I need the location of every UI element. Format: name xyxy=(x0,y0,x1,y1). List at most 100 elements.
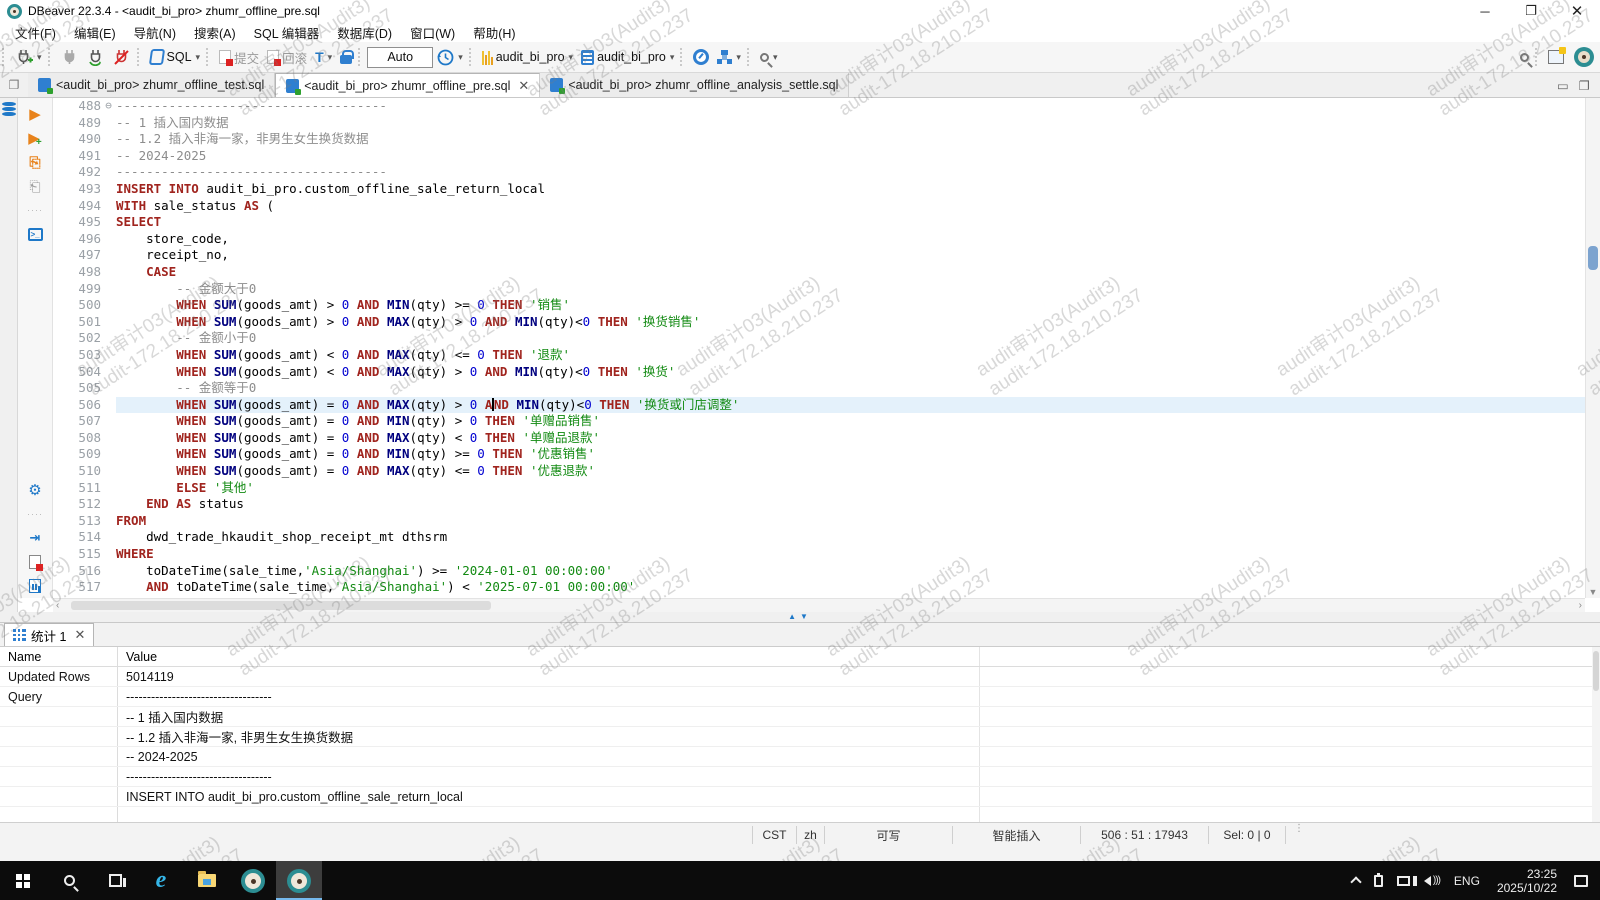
menu-item[interactable]: 帮助(H) xyxy=(464,21,524,44)
panel-scrollbar[interactable] xyxy=(1592,647,1600,822)
code-line[interactable]: 489-- 1 插入国内数据 xyxy=(53,115,1585,132)
code-line[interactable]: 498 CASE xyxy=(53,264,1585,281)
maximize-panel-icon[interactable]: ❐ xyxy=(1579,78,1590,93)
dbeaver-perspective-icon[interactable] xyxy=(1574,47,1594,67)
editor-tab[interactable]: <audit_bi_pro> zhumr_offline_analysis_se… xyxy=(540,73,849,97)
quick-access-search[interactable] xyxy=(1516,45,1533,69)
code-line[interactable]: 512 END AS status xyxy=(53,496,1585,513)
open-console-button[interactable]: >_ xyxy=(18,222,52,246)
lock-button[interactable] xyxy=(336,45,356,69)
code-line[interactable]: 495SELECT xyxy=(53,214,1585,231)
code-line[interactable]: 514 dwd_trade_hkaudit_shop_receipt_mt dt… xyxy=(53,529,1585,546)
volume-tray-button[interactable]: ))) xyxy=(1417,875,1447,886)
action-center-button[interactable] xyxy=(1567,875,1595,887)
code-line[interactable]: 499 -- 金额大于0 xyxy=(53,281,1585,298)
code-line[interactable]: 496 store_code, xyxy=(53,231,1585,248)
code-line[interactable]: 492------------------------------------ xyxy=(53,164,1585,181)
execute-script-button[interactable]: ⎘ xyxy=(18,150,52,174)
usb-tray-button[interactable] xyxy=(1367,875,1390,887)
code-line[interactable]: 502 -- 金额小于0 xyxy=(53,330,1585,347)
tab-statistics[interactable]: 统计 1 ✕ xyxy=(4,623,94,646)
internet-explorer-button[interactable]: e xyxy=(138,861,184,900)
menu-item[interactable]: 导航(N) xyxy=(125,21,185,44)
output-log-button[interactable] xyxy=(18,550,52,574)
panel-sash[interactable]: ▲▼ xyxy=(0,612,1600,622)
code-line[interactable]: 506 WHEN SUM(goods_amt) = 0 AND MAX(qty)… xyxy=(53,397,1585,414)
status-cell[interactable]: 智能插入 xyxy=(952,826,1080,844)
file-explorer-button[interactable] xyxy=(184,861,230,900)
statistics-button[interactable] xyxy=(18,574,52,598)
code-line[interactable]: 515WHERE xyxy=(53,546,1585,563)
open-perspective-button[interactable] xyxy=(1544,45,1568,69)
commit-button[interactable]: 提交 xyxy=(215,45,263,69)
scrollbar-thumb[interactable] xyxy=(1593,651,1599,691)
menu-item[interactable]: 窗口(W) xyxy=(401,21,464,44)
transaction-log-button[interactable]: ▾ xyxy=(433,45,467,69)
close-icon[interactable]: ✕ xyxy=(74,627,85,643)
code-line[interactable]: 500 WHEN SUM(goods_amt) > 0 AND MIN(qty)… xyxy=(53,297,1585,314)
column-header-name[interactable]: Name xyxy=(0,647,118,666)
status-cell[interactable]: Sel: 0 | 0 xyxy=(1208,826,1286,844)
table-row[interactable]: Updated Rows5014119 xyxy=(0,667,1592,687)
editor-horizontal-scrollbar[interactable]: ‹ › xyxy=(53,598,1585,612)
code-line[interactable]: 497 receipt_no, xyxy=(53,247,1585,264)
code-area[interactable]: 488⊖------------------------------------… xyxy=(53,98,1585,598)
start-button[interactable] xyxy=(0,861,46,900)
code-line[interactable]: 516 toDateTime(sale_time,'Asia/Shanghai'… xyxy=(53,563,1585,580)
table-row[interactable]: Query----------------------------------- xyxy=(0,687,1592,707)
dbeaver-taskbar-button-active[interactable] xyxy=(276,861,322,900)
code-line[interactable]: 509 WHEN SUM(goods_amt) = 0 AND MIN(qty)… xyxy=(53,446,1585,463)
rollback-button[interactable]: 回滚 xyxy=(263,45,311,69)
editor-settings-button[interactable]: ⚙ xyxy=(18,478,52,502)
code-line[interactable]: 490-- 1.2 插入非海一家，非男生女生换货数据 xyxy=(53,131,1585,148)
sql-editor-button[interactable]: SQL ▾ xyxy=(146,45,205,69)
restore-panel-icon[interactable]: ❐ xyxy=(0,73,28,97)
code-line[interactable]: 504 WHEN SUM(goods_amt) < 0 AND MAX(qty)… xyxy=(53,364,1585,381)
scrollbar-thumb[interactable] xyxy=(1588,246,1598,270)
table-row[interactable]: -- 1.2 插入非海一家, 非男生女生换货数据 xyxy=(0,727,1592,747)
code-line[interactable]: 491-- 2024-2025 xyxy=(53,148,1585,165)
active-connection-selector[interactable]: audit_bi_pro ▾ xyxy=(478,45,577,69)
status-cell[interactable]: 可写 xyxy=(824,826,952,844)
taskbar-search-button[interactable] xyxy=(46,861,92,900)
code-line[interactable]: 501 WHEN SUM(goods_amt) > 0 AND MAX(qty)… xyxy=(53,314,1585,331)
statistics-table[interactable]: NameValueUpdated Rows5014119Query-------… xyxy=(0,647,1592,822)
code-line[interactable]: 508 WHEN SUM(goods_amt) = 0 AND MAX(qty)… xyxy=(53,430,1585,447)
editor-vertical-scrollbar[interactable]: ▼ xyxy=(1585,98,1600,598)
reconnect-button[interactable] xyxy=(83,45,109,69)
task-view-button[interactable] xyxy=(92,861,138,900)
maximize-button[interactable]: ❐ xyxy=(1508,0,1554,22)
dbeaver-taskbar-button[interactable] xyxy=(230,861,276,900)
commit-mode-combo[interactable]: Auto xyxy=(367,47,433,68)
code-line[interactable]: 503 WHEN SUM(goods_amt) < 0 AND MAX(qty)… xyxy=(53,347,1585,364)
explain-plan-button[interactable]: ⎗ xyxy=(18,174,52,198)
code-line[interactable]: 513FROM xyxy=(53,513,1585,530)
close-icon[interactable]: ✕ xyxy=(518,78,529,94)
status-cell[interactable]: 506 : 51 : 17943 xyxy=(1080,826,1208,844)
taskbar-clock[interactable]: 23:25 2025/10/22 xyxy=(1487,867,1567,895)
export-result-button[interactable]: ⇥ xyxy=(18,526,52,550)
code-line[interactable]: 511 ELSE '其他' xyxy=(53,480,1585,497)
execute-statement-button[interactable]: ▶ xyxy=(18,102,52,126)
scrollbar-thumb[interactable] xyxy=(71,601,491,610)
table-row[interactable] xyxy=(0,807,1592,822)
code-line[interactable]: 517 AND toDateTime(sale_time,'Asia/Shang… xyxy=(53,579,1585,596)
tray-expand-button[interactable] xyxy=(1345,875,1367,886)
transaction-mode-button[interactable]: T ▾ xyxy=(311,45,336,69)
editor-tab[interactable]: <audit_bi_pro> zhumr_offline_pre.sql✕ xyxy=(275,73,540,97)
menu-item[interactable]: SQL 编辑器 xyxy=(245,21,329,44)
table-row[interactable]: -- 2024-2025 xyxy=(0,747,1592,767)
table-row[interactable]: ----------------------------------- xyxy=(0,767,1592,787)
scroll-down-arrow[interactable]: ▼ xyxy=(1586,587,1600,597)
code-line[interactable]: 493INSERT INTO audit_bi_pro.custom_offli… xyxy=(53,181,1585,198)
editor-tab[interactable]: <audit_bi_pro> zhumr_offline_test.sql xyxy=(28,73,275,97)
code-line[interactable]: 488⊖------------------------------------ xyxy=(53,98,1585,115)
active-schema-selector[interactable]: audit_bi_pro ▾ xyxy=(577,45,678,69)
code-line[interactable]: 507 WHEN SUM(goods_amt) = 0 AND MIN(qty)… xyxy=(53,413,1585,430)
menu-item[interactable]: 数据库(D) xyxy=(328,21,401,44)
code-line[interactable]: 505 -- 金额等于0 xyxy=(53,380,1585,397)
code-line[interactable]: 510 WHEN SUM(goods_amt) = 0 AND MAX(qty)… xyxy=(53,463,1585,480)
code-line[interactable]: 494WITH sale_status AS ( xyxy=(53,198,1585,215)
commit-graph-button[interactable]: ▾ xyxy=(713,45,745,69)
connect-button[interactable] xyxy=(57,45,83,69)
